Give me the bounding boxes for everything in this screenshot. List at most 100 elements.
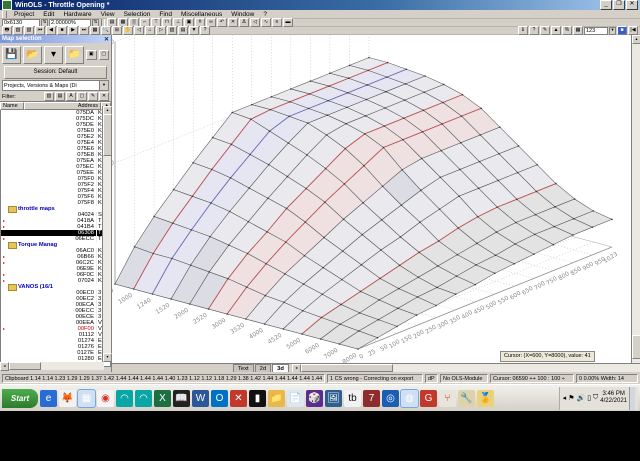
thunderbird-icon[interactable]: tb bbox=[344, 389, 361, 407]
folder-icon[interactable]: 📁 bbox=[268, 389, 285, 407]
toolbar-icon[interactable]: ▥ bbox=[44, 92, 54, 101]
check-icon[interactable]: ▣ bbox=[86, 49, 97, 60]
toolbar-icon[interactable]: ▢ bbox=[77, 92, 87, 101]
notepad-icon[interactable]: 📄 bbox=[287, 389, 304, 407]
stop-icon[interactable]: ■ bbox=[57, 26, 67, 35]
blue-block-icon[interactable]: ■ bbox=[617, 26, 627, 35]
close-button[interactable]: ✕ bbox=[626, 0, 638, 10]
red-x-icon[interactable]: ✕ bbox=[230, 389, 247, 407]
tray-icon[interactable]: ▯ bbox=[587, 394, 591, 402]
import-folder-icon[interactable]: 📁 bbox=[65, 45, 84, 64]
compare-icon[interactable]: ◁ bbox=[250, 18, 260, 27]
swoosh2-icon[interactable]: ◠ bbox=[135, 389, 152, 407]
last-icon[interactable]: ⏭ bbox=[79, 26, 89, 35]
outlook-icon[interactable]: O bbox=[211, 389, 228, 407]
map-3d-chart[interactable]: 520 1000 1240 1520 2000 2520 3000 3520 4000 4520 5… bbox=[112, 35, 632, 363]
scroll-thumb[interactable] bbox=[103, 114, 112, 156]
open-folder-icon[interactable]: ▨ bbox=[13, 26, 23, 35]
menu-item-view[interactable]: View bbox=[97, 11, 119, 18]
menu-item-window[interactable]: Window bbox=[227, 11, 258, 18]
list-style-arrow[interactable]: ▼ bbox=[609, 26, 616, 35]
map-view-icon[interactable]: ⊞ bbox=[112, 26, 122, 35]
menu-item-miscellaneous[interactable]: Miscellaneous bbox=[177, 11, 226, 18]
scroll-thumb[interactable] bbox=[300, 364, 393, 372]
tray-icon[interactable]: ◂ bbox=[563, 394, 567, 402]
menu-item-selection[interactable]: Selection bbox=[120, 11, 155, 18]
chevron-down-icon[interactable]: ▼ bbox=[99, 81, 108, 90]
open-folder-icon[interactable]: 📂 bbox=[23, 45, 42, 64]
save-icon[interactable]: 💾 bbox=[2, 45, 21, 64]
question-icon[interactable]: ? bbox=[529, 26, 539, 35]
window-icon[interactable]: ▬ bbox=[283, 18, 293, 27]
end-nav-icon[interactable]: |◀ bbox=[628, 26, 638, 35]
word-icon[interactable]: W bbox=[192, 389, 209, 407]
sidebar-hscrollbar[interactable]: ◂ bbox=[0, 362, 104, 371]
minimize-button[interactable]: _ bbox=[600, 0, 612, 10]
menu-item-[interactable]: ? bbox=[259, 11, 271, 18]
scroll-left-icon[interactable]: ◂ bbox=[0, 362, 9, 371]
chrome-icon[interactable]: ◉ bbox=[97, 389, 114, 407]
panel-close-icon[interactable]: ✕ bbox=[104, 36, 109, 43]
map-list[interactable]: 075DA K 075DC K 075DE K 075E0 K 075E2 K 075E4 K 075E… bbox=[0, 110, 111, 367]
sevenzip-icon[interactable]: 7 bbox=[363, 389, 380, 407]
edge-icon[interactable]: ◎ bbox=[382, 389, 399, 407]
chrome2-icon[interactable]: ◍ bbox=[400, 388, 419, 408]
wrench-icon[interactable]: 🔧 bbox=[458, 389, 475, 407]
percent-icon[interactable]: % bbox=[562, 26, 572, 35]
toolbar-icon[interactable]: A bbox=[66, 92, 76, 101]
first-icon[interactable]: ⏮ bbox=[35, 26, 45, 35]
toolbar-icon[interactable]: ✎ bbox=[88, 92, 98, 101]
search-icon[interactable]: 🔍 bbox=[101, 26, 111, 35]
menu-item-find[interactable]: Find bbox=[155, 11, 176, 18]
chart1-icon[interactable]: ▥ bbox=[167, 26, 177, 35]
taskbar-clock[interactable]: 3:46 PM 4/22/2021 bbox=[600, 391, 627, 405]
scroll-down-icon[interactable]: ▾ bbox=[103, 353, 112, 362]
tray-icon[interactable]: ⚑ bbox=[568, 394, 574, 402]
map-vscrollbar[interactable]: ▴ ▾ bbox=[631, 35, 640, 372]
prev-icon[interactable]: ◀ bbox=[46, 26, 56, 35]
clear-icon[interactable]: ▢ bbox=[98, 49, 109, 60]
toolbar-icon[interactable]: ✕ bbox=[99, 92, 109, 101]
book-icon[interactable]: 📖 bbox=[173, 389, 190, 407]
show-desktop-button[interactable] bbox=[629, 386, 635, 410]
tray-icon[interactable]: 🔊 bbox=[576, 394, 585, 402]
map-3d-window[interactable]: 520 1000 1240 1520 2000 2520 3000 3520 4000 4520 5… bbox=[112, 35, 632, 363]
excel-icon[interactable]: X bbox=[154, 389, 171, 407]
list-header[interactable]: Name Address ▲ bbox=[0, 101, 111, 110]
edit-icon[interactable]: ✎ bbox=[540, 26, 550, 35]
ie-icon[interactable]: e bbox=[40, 389, 57, 407]
print-icon[interactable]: 🖶 bbox=[2, 26, 12, 35]
scroll-thumb[interactable] bbox=[632, 335, 640, 359]
chart2-icon[interactable]: ▤ bbox=[178, 26, 188, 35]
stats-icon[interactable]: ▲ bbox=[551, 26, 561, 35]
help-icon[interactable]: ? bbox=[200, 26, 210, 35]
scroll-thumb[interactable] bbox=[9, 362, 41, 370]
table-view-icon[interactable]: ▦ bbox=[90, 26, 100, 35]
menu-item-edit[interactable]: Edit bbox=[39, 11, 58, 18]
scroll-up-icon[interactable]: ▴ bbox=[632, 35, 640, 44]
scope-dropdown[interactable]: Projects, Versions & Maps (Di ▼ bbox=[2, 80, 109, 91]
g-swirl-icon[interactable]: G bbox=[420, 389, 437, 407]
hand-icon[interactable]: ✋ bbox=[123, 26, 133, 35]
panel-titlebar[interactable]: Map selection ✕ bbox=[0, 35, 111, 43]
tray-icon[interactable]: ⛉ bbox=[593, 394, 598, 402]
session-button[interactable]: Session: Default bbox=[4, 66, 107, 79]
list-style-combo[interactable]: 123 bbox=[584, 26, 608, 35]
start-button[interactable]: Start bbox=[2, 388, 38, 408]
back-icon[interactable]: ◁ bbox=[134, 26, 144, 35]
sidebar-vscrollbar[interactable]: ▴ ▾ bbox=[102, 106, 112, 362]
swoosh-icon[interactable]: ◠ bbox=[116, 389, 133, 407]
delta-icon[interactable]: Δ bbox=[239, 18, 249, 27]
matrix-icon[interactable]: ≡ bbox=[272, 18, 282, 27]
undo-icon[interactable]: ↶ bbox=[217, 18, 227, 27]
fwd-icon[interactable]: ▷ bbox=[156, 26, 166, 35]
menu-item-hardware[interactable]: Hardware bbox=[59, 11, 95, 18]
wave-icon[interactable]: ∿ bbox=[261, 18, 271, 27]
clamp-icon[interactable]: ⑂ bbox=[439, 389, 456, 407]
next-icon[interactable]: ▶ bbox=[68, 26, 78, 35]
multiply-icon[interactable]: ✕ bbox=[228, 18, 238, 27]
green-map-icon[interactable]: ▦ bbox=[573, 26, 583, 35]
menu-item-project[interactable]: Project bbox=[10, 11, 38, 18]
column-address[interactable]: Address bbox=[24, 102, 101, 110]
info-icon[interactable]: ℹ bbox=[518, 26, 528, 35]
